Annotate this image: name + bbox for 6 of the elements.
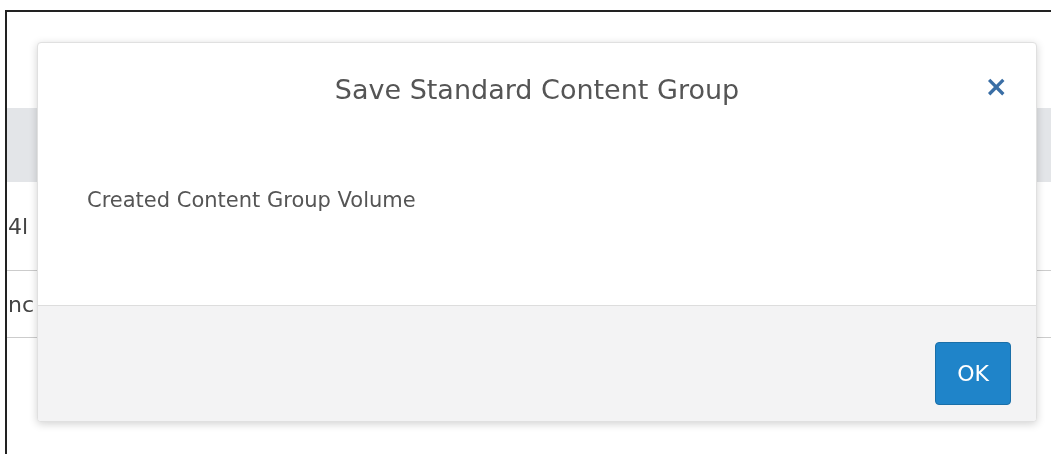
ok-button[interactable]: OK: [935, 342, 1011, 405]
table-cell: 4l: [8, 213, 29, 239]
dialog-message: Created Content Group Volume: [87, 188, 416, 212]
table-cell: nc: [8, 291, 35, 317]
close-button[interactable]: ×: [984, 73, 1008, 101]
dialog-title: Save Standard Content Group: [334, 74, 740, 105]
